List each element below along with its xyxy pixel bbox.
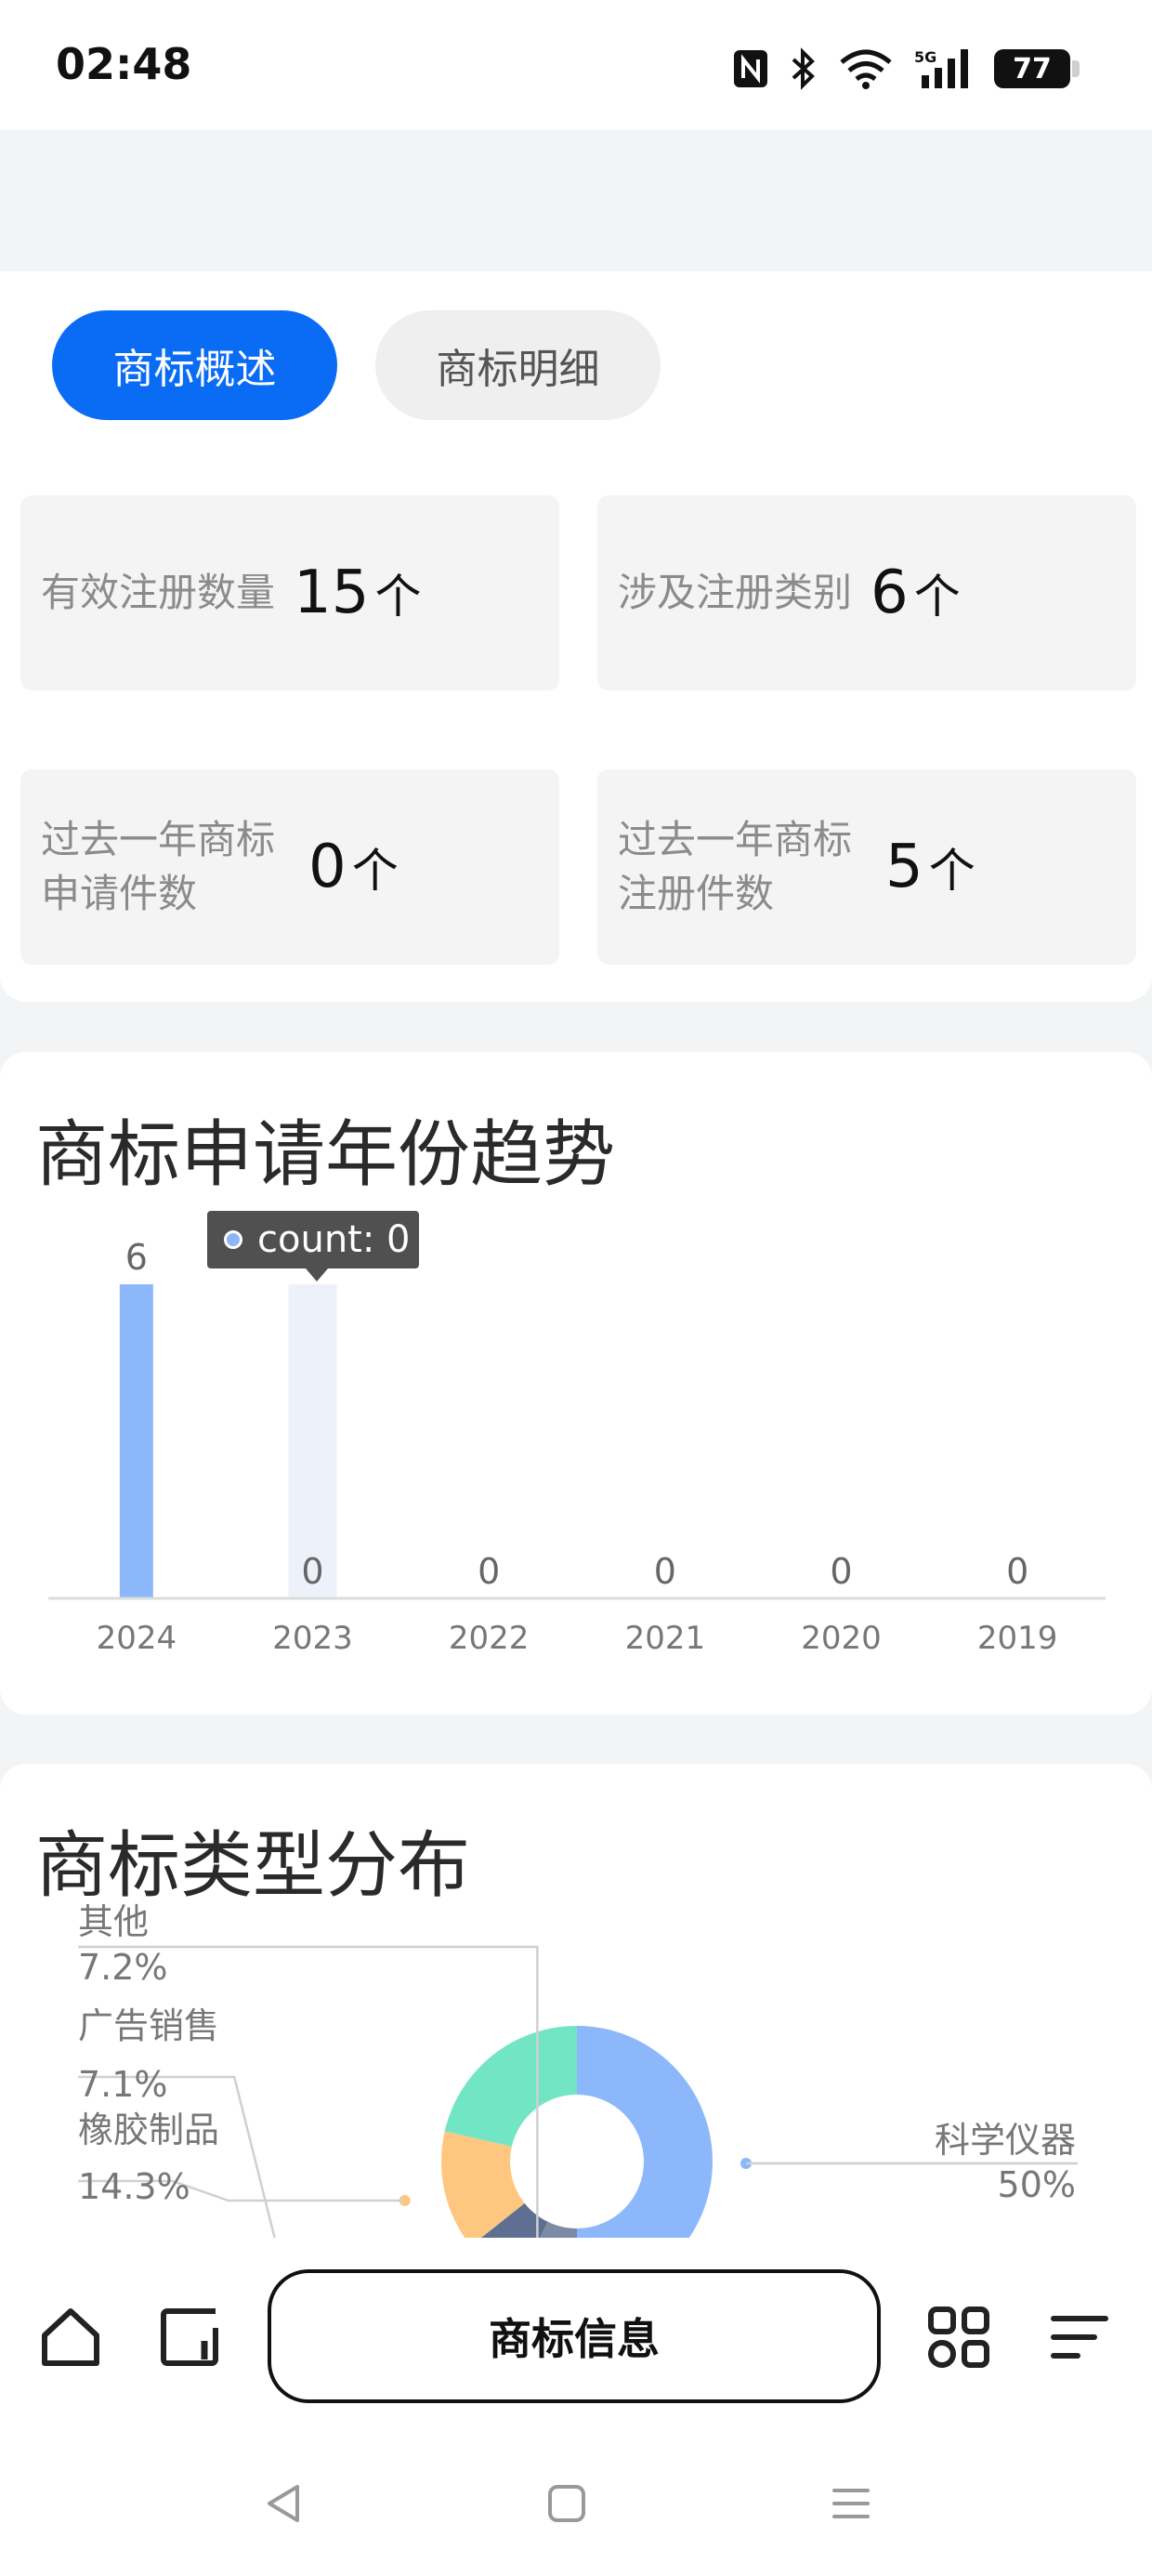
data-label-2021: 0 <box>654 1551 676 1592</box>
stat-registration-classes: 涉及注册类别 6 个 <box>597 495 1136 690</box>
apps-icon[interactable] <box>922 2300 996 2374</box>
chart-tooltip: count: 0 <box>207 1211 419 1281</box>
battery-icon: 77 <box>994 49 1080 88</box>
stat-label: 有效注册数量 <box>41 570 276 615</box>
data-label-2024: 6 <box>125 1237 148 1278</box>
bluetooth-icon <box>790 47 818 90</box>
stat-value: 15 <box>294 559 370 627</box>
data-label-2019: 0 <box>1006 1551 1028 1592</box>
stat-value: 0 <box>308 833 347 901</box>
home-icon[interactable] <box>33 2300 108 2374</box>
tick-label-2024: 2024 <box>97 1620 177 1657</box>
nfc-icon <box>732 48 769 89</box>
pie-label-2: 广告销售 <box>78 2005 219 2046</box>
pie-percent-2: 7.1% <box>78 2064 168 2105</box>
tick-label-2019: 2019 <box>977 1620 1058 1657</box>
recent-icon[interactable] <box>152 2300 227 2374</box>
tick-label-2023: 2023 <box>272 1620 353 1657</box>
pie-percent-0: 50% <box>998 2164 1076 2205</box>
back-icon[interactable] <box>256 2476 312 2531</box>
status-bar: 02:48 5G 77 <box>0 0 1152 130</box>
stat-unit: 个 <box>928 844 975 898</box>
wifi-icon <box>838 47 894 90</box>
pie-label-0: 科学仪器 <box>935 2120 1076 2161</box>
pie-label-1: 其他 <box>78 1901 149 1942</box>
recents-icon[interactable] <box>823 2476 879 2531</box>
stat-unit: 个 <box>374 570 422 624</box>
stat-label: 过去一年商标申请件数 <box>41 817 276 916</box>
data-label-2020: 0 <box>830 1551 852 1592</box>
pie-percent-1: 7.2% <box>78 1947 168 1988</box>
tick-label-2021: 2021 <box>625 1620 706 1657</box>
status-time: 02:48 <box>56 39 192 89</box>
tooltip-marker <box>224 1230 242 1249</box>
pie-percent-3: 14.3% <box>78 2166 190 2207</box>
stat-value: 6 <box>871 559 909 627</box>
tick-label-2020: 2020 <box>801 1620 882 1657</box>
stat-applications-last-year: 过去一年商标申请件数 0 个 <box>20 769 559 965</box>
home-square-icon[interactable] <box>539 2476 595 2531</box>
tab-overview[interactable]: 商标概述 <box>52 310 337 420</box>
stat-unit: 个 <box>351 844 399 898</box>
signal-5g-icon: 5G <box>914 47 974 90</box>
stat-unit: 个 <box>913 570 961 624</box>
stat-label: 涉及注册类别 <box>618 570 853 615</box>
menu-icon[interactable] <box>1041 2300 1115 2374</box>
svg-text:5G: 5G <box>914 48 936 66</box>
stat-value: 5 <box>885 833 923 901</box>
pie-slice-0 <box>577 2026 713 2238</box>
data-label-2022: 0 <box>478 1551 500 1592</box>
trend-bar-chart[interactable]: 6 2024 0 2023 0 2022 0 2021 0 2020 0 2019 <box>0 1052 1152 1715</box>
stat-registrations-last-year: 过去一年商标注册件数 5 个 <box>597 769 1136 965</box>
pie-slice-4 <box>444 2026 577 2147</box>
trademark-info-button[interactable]: 商标信息 <box>268 2269 881 2403</box>
stat-valid-registrations: 有效注册数量 15 个 <box>20 495 559 690</box>
type-pie-chart[interactable]: 其他 7.2% 广告销售 7.1%橡胶制品 14.3% 科学仪器50% <box>0 1764 1152 2238</box>
tooltip-text: count: 0 <box>257 1218 411 1261</box>
tick-label-2022: 2022 <box>449 1620 530 1657</box>
pie-label-3: 橡胶制品 <box>78 2109 219 2150</box>
data-label-2023: 0 <box>301 1551 323 1592</box>
tab-details[interactable]: 商标明细 <box>375 310 661 420</box>
stat-label: 过去一年商标注册件数 <box>618 817 853 916</box>
status-icons: 5G 77 <box>732 43 1080 95</box>
bar-2024 <box>119 1284 153 1598</box>
